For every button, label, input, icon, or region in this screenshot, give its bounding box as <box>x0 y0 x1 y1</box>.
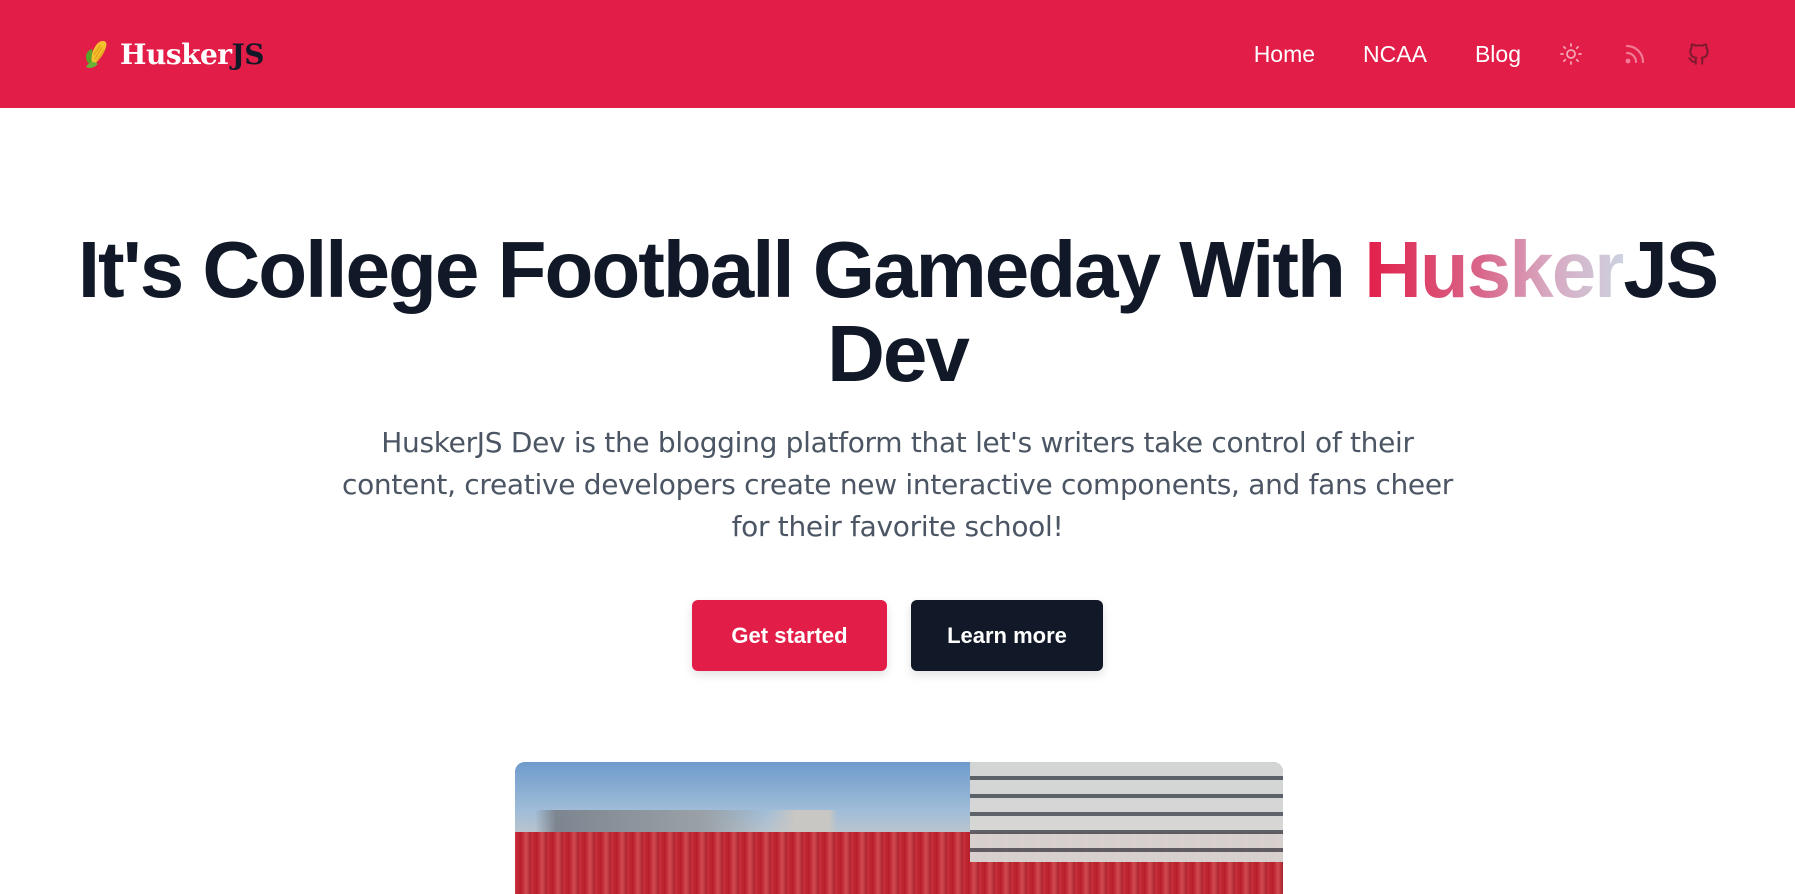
stadium-skyline <box>535 810 955 834</box>
stadium-press-box <box>970 762 1283 862</box>
get-started-button[interactable]: Get started <box>692 600 887 671</box>
hero-title-main: It's College Football Gameday With <box>77 225 1365 314</box>
brand-logo-link[interactable]: HuskerJS <box>82 37 265 71</box>
github-icon <box>1688 43 1709 65</box>
hero-title-gradient: Husker <box>1364 225 1625 314</box>
brand-name-suffix: JS <box>231 37 265 71</box>
brand-name: HuskerJS <box>120 37 265 71</box>
sun-icon <box>1560 43 1582 65</box>
hero-title-end: Dev <box>827 309 970 398</box>
hero-section: It's College Football Gameday With Huske… <box>0 108 1795 671</box>
corn-logo-icon <box>85 40 107 68</box>
theme-toggle-button[interactable] <box>1557 40 1585 68</box>
nav-link-ncaa[interactable]: NCAA <box>1363 41 1427 68</box>
hero-subtitle: HuskerJS Dev is the blogging platform th… <box>342 426 1453 543</box>
nav-link-home[interactable]: Home <box>1254 41 1315 68</box>
learn-more-button[interactable]: Learn more <box>911 600 1103 671</box>
rss-feed-button[interactable] <box>1621 40 1649 68</box>
hero-title: It's College Football Gameday With Huske… <box>0 228 1795 396</box>
top-navbar: HuskerJS Home NCAA Blog <box>0 0 1795 108</box>
rss-icon <box>1625 44 1645 64</box>
brand-name-prefix: Husker <box>120 37 232 71</box>
hero-actions: Get started Learn more <box>0 600 1795 671</box>
stadium-image <box>515 762 1283 894</box>
github-link-button[interactable] <box>1685 40 1713 68</box>
nav-menu: Home NCAA Blog <box>1254 0 1713 108</box>
nav-link-blog[interactable]: Blog <box>1475 41 1521 68</box>
hero-title-js: JS <box>1623 225 1719 314</box>
